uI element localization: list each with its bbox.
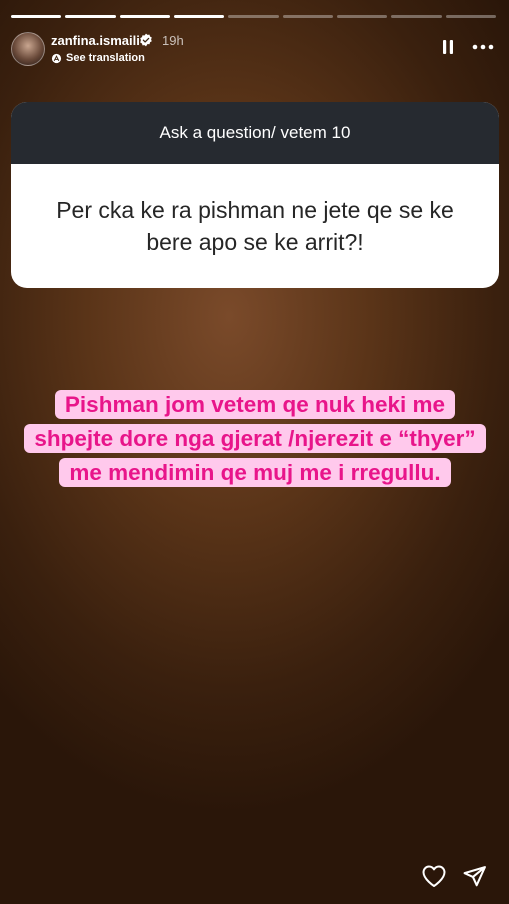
- see-translation-link[interactable]: See translation: [51, 52, 145, 64]
- post-time: 19h: [162, 33, 184, 48]
- send-icon[interactable]: [462, 864, 487, 889]
- answer-block: Pishman jom vetem qe nuk heki me shpejte…: [20, 388, 490, 490]
- pause-icon[interactable]: [441, 39, 455, 55]
- progress-segment: [173, 15, 225, 18]
- progress-segment: [11, 15, 62, 18]
- progress-segment: [336, 15, 388, 18]
- progress-segment: [445, 15, 496, 18]
- question-sticker-title: Ask a question/ vetem 10: [11, 102, 499, 164]
- progress-segment: [391, 15, 442, 18]
- heart-icon[interactable]: [421, 864, 447, 888]
- answer-text: Pishman jom vetem qe nuk heki me shpejte…: [24, 390, 486, 487]
- progress-segment: [119, 15, 170, 18]
- translate-icon: [51, 53, 62, 63]
- story-progress-bar: [11, 15, 496, 18]
- progress-segment: [65, 15, 116, 18]
- see-translation-label: See translation: [66, 52, 145, 64]
- more-icon[interactable]: [471, 39, 495, 55]
- progress-segment: [282, 15, 333, 18]
- avatar[interactable]: [11, 32, 45, 66]
- progress-segment: [228, 15, 279, 18]
- username[interactable]: zanfina.ismaili: [51, 33, 140, 48]
- story-header: zanfina.ismaili 19h See translation: [11, 30, 495, 66]
- question-text: Per cka ke ra pishman ne jete qe se ke b…: [56, 197, 454, 255]
- verified-badge-icon: [140, 33, 152, 47]
- question-sticker[interactable]: Ask a question/ vetem 10 Per cka ke ra p…: [11, 102, 499, 288]
